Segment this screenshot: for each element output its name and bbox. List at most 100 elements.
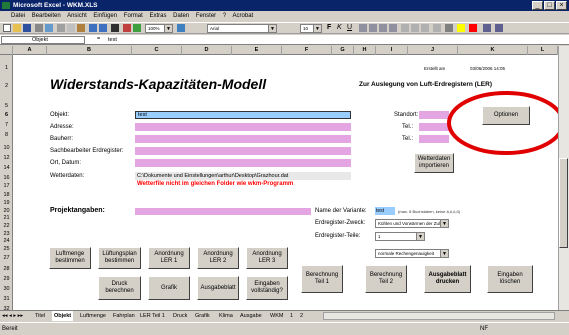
- col-k[interactable]: K: [458, 46, 528, 55]
- merge-icon[interactable]: [389, 24, 397, 32]
- paste-icon[interactable]: [77, 24, 85, 32]
- menu-daten[interactable]: Daten: [173, 13, 189, 19]
- autosum-icon[interactable]: [111, 24, 119, 32]
- bauherr-input[interactable]: [135, 135, 351, 143]
- col-g[interactable]: G: [332, 46, 354, 55]
- tab-ler-teil1[interactable]: LER Teil 1: [140, 311, 165, 321]
- tab-druck[interactable]: Druck: [173, 311, 187, 321]
- tab-objekt[interactable]: Objekt: [52, 311, 74, 321]
- luftmenge-bestimmen-button[interactable]: Luftmenge bestimmen: [49, 247, 91, 269]
- row-header[interactable]: 20: [0, 208, 13, 214]
- help-icon[interactable]: [177, 24, 185, 32]
- col-c[interactable]: C: [132, 46, 182, 55]
- genauigkeit-select[interactable]: normale Rechengenauigkeit ▼: [375, 249, 449, 258]
- zweck-select[interactable]: Kühlen und Vorwärmen der Zuluft ▼: [375, 219, 449, 228]
- row-header[interactable]: 19: [0, 200, 13, 206]
- row-header[interactable]: 30: [0, 286, 13, 292]
- undo-icon[interactable]: [89, 24, 97, 32]
- row-header[interactable]: 5: [0, 103, 13, 109]
- tab-nav-arrows-icon[interactable]: ◂◂ ◂ ▸ ▸▸: [2, 311, 23, 321]
- col-j[interactable]: J: [408, 46, 458, 55]
- menu-format[interactable]: Format: [124, 13, 143, 19]
- menu-help[interactable]: ?: [223, 13, 226, 19]
- row-header[interactable]: 25: [0, 246, 13, 252]
- anordnung-ler3-button[interactable]: Anordnung LER 3: [246, 247, 288, 269]
- row-header[interactable]: 22: [0, 223, 13, 229]
- col-i[interactable]: I: [376, 46, 408, 55]
- berechnung-teil2-button[interactable]: Berechnung Teil 2: [365, 265, 407, 293]
- eingaben-vollstaendig-button[interactable]: Eingaben vollständig?: [246, 276, 288, 300]
- select-all-corner[interactable]: [0, 46, 13, 55]
- row-header[interactable]: 7: [0, 122, 13, 128]
- menu-einfuegen[interactable]: Einfügen: [93, 13, 117, 19]
- tab-ausgabe[interactable]: Ausgabe: [240, 311, 262, 321]
- open-icon[interactable]: [13, 24, 21, 32]
- chart-icon[interactable]: [123, 24, 131, 32]
- row-header[interactable]: 1: [0, 65, 13, 71]
- col-a[interactable]: A: [13, 46, 47, 55]
- save-icon[interactable]: [23, 24, 31, 32]
- align-right-icon[interactable]: [379, 24, 387, 32]
- menu-bearbeiten[interactable]: Bearbeiten: [32, 13, 61, 19]
- grafik-button[interactable]: Grafik: [148, 276, 190, 300]
- font-size-select[interactable]: 10 ▼: [300, 24, 322, 33]
- objekt-input[interactable]: test: [135, 111, 351, 119]
- italic-icon[interactable]: K: [337, 24, 345, 32]
- druck-berechnen-button[interactable]: Druck berechnen: [98, 276, 141, 300]
- berechnung-teil1-button[interactable]: Berechnung Teil 1: [301, 265, 343, 293]
- menu-extras[interactable]: Extras: [149, 13, 166, 19]
- variant-name-input[interactable]: test: [375, 207, 395, 215]
- toolbar-extra-icon[interactable]: [483, 24, 491, 32]
- row-header[interactable]: 2: [0, 83, 13, 89]
- row-header[interactable]: 21: [0, 215, 13, 221]
- copy-icon[interactable]: [67, 24, 75, 32]
- menu-ansicht[interactable]: Ansicht: [67, 13, 87, 19]
- row-header[interactable]: 29: [0, 276, 13, 282]
- new-icon[interactable]: [3, 24, 11, 32]
- align-center-icon[interactable]: [369, 24, 377, 32]
- redo-icon[interactable]: [99, 24, 107, 32]
- row-header[interactable]: 28: [0, 266, 13, 272]
- teile-select[interactable]: 1 ▼: [375, 232, 425, 241]
- sachbearbeiter-input[interactable]: [135, 147, 351, 155]
- percent-icon[interactable]: [411, 24, 419, 32]
- col-h[interactable]: H: [354, 46, 376, 55]
- thousands-icon[interactable]: [421, 24, 429, 32]
- projekt-input[interactable]: [135, 208, 311, 215]
- row-header[interactable]: 12: [0, 155, 13, 161]
- row-header[interactable]: 24: [0, 238, 13, 244]
- tab-wkm[interactable]: WKM: [270, 311, 283, 321]
- col-e[interactable]: E: [232, 46, 282, 55]
- row-header[interactable]: 6: [0, 112, 13, 118]
- zoom-select[interactable]: 100% ▼: [145, 24, 173, 33]
- tab-luftmenge[interactable]: Luftmenge: [80, 311, 106, 321]
- tab-klima[interactable]: Klima: [219, 311, 233, 321]
- ort-datum-input[interactable]: [135, 159, 351, 167]
- scrollbar-thumb[interactable]: [559, 158, 568, 248]
- formula-content[interactable]: test: [108, 36, 117, 44]
- toolbar-extra2-icon[interactable]: [495, 24, 503, 32]
- row-header[interactable]: 10: [0, 145, 13, 151]
- row-header[interactable]: 14: [0, 165, 13, 171]
- print-icon[interactable]: [35, 24, 43, 32]
- ausgabeblatt-button[interactable]: Ausgabeblatt: [197, 276, 239, 300]
- minimize-button[interactable]: _: [532, 1, 543, 10]
- anordnung-ler1-button[interactable]: Anordnung LER 1: [148, 247, 190, 269]
- row-header[interactable]: 8: [0, 132, 13, 138]
- tab-2[interactable]: 2: [300, 311, 303, 321]
- row-header[interactable]: 18: [0, 192, 13, 198]
- horizontal-scrollbar[interactable]: [323, 312, 555, 320]
- close-button[interactable]: ×: [556, 1, 567, 10]
- drawing-icon[interactable]: [133, 24, 141, 32]
- menu-datei[interactable]: Datei: [11, 13, 25, 19]
- fill-color-icon[interactable]: [457, 24, 465, 32]
- anordnung-ler2-button[interactable]: Anordnung LER 2: [197, 247, 239, 269]
- menu-fenster[interactable]: Fenster: [196, 13, 216, 19]
- tab-titel[interactable]: Titel: [35, 311, 45, 321]
- font-color-icon[interactable]: [469, 24, 477, 32]
- ausgabeblatt-drucken-button[interactable]: Ausgabeblatt drucken: [424, 265, 471, 293]
- adresse-input[interactable]: [135, 123, 351, 131]
- underline-icon[interactable]: U: [347, 24, 355, 32]
- font-select[interactable]: Arial ▼: [207, 24, 277, 33]
- row-header[interactable]: 16: [0, 175, 13, 181]
